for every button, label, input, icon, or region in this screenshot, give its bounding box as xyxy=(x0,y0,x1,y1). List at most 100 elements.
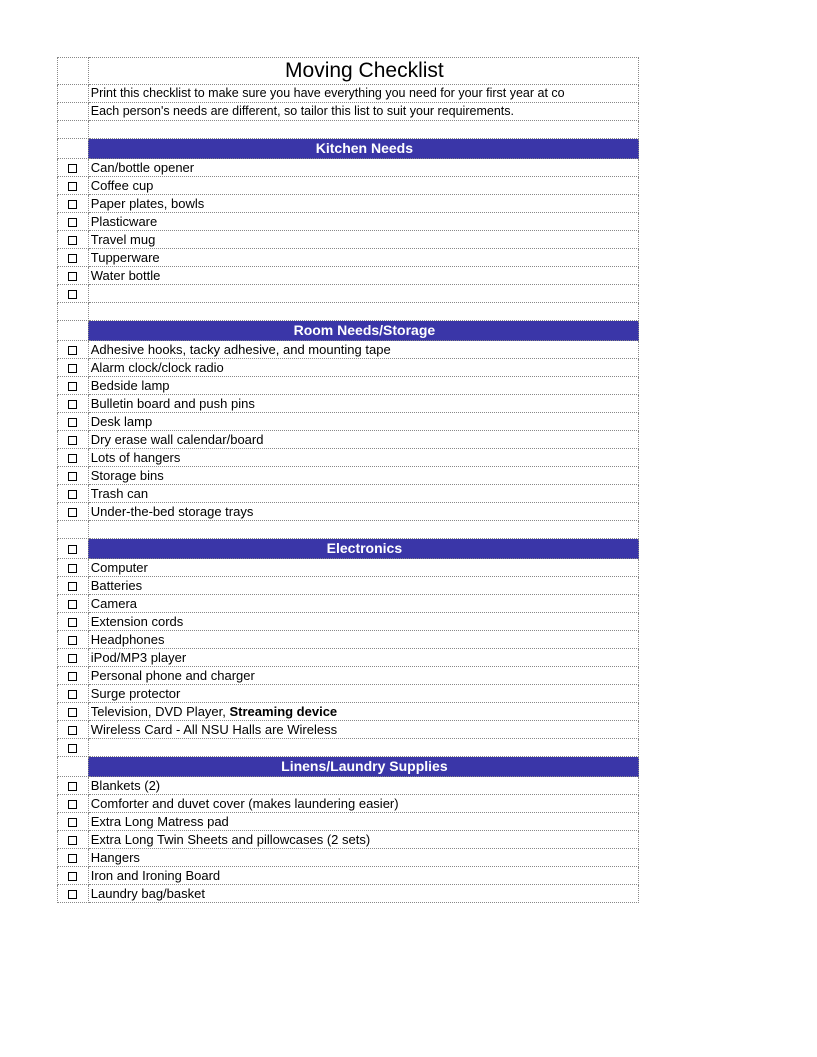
description-line: Each person's needs are different, so ta… xyxy=(88,103,638,121)
checkbox-cell xyxy=(58,485,89,503)
section-header: Room Needs/Storage xyxy=(88,321,638,341)
list-item: Comforter and duvet cover (makes launder… xyxy=(58,795,639,813)
list-item: Personal phone and charger xyxy=(58,667,639,685)
section-header: Linens/Laundry Supplies xyxy=(88,757,638,777)
section-header: Electronics xyxy=(88,539,638,559)
item-label: Iron and Ironing Board xyxy=(88,867,638,885)
checkbox-icon xyxy=(68,454,77,463)
item-label: Dry erase wall calendar/board xyxy=(88,431,638,449)
list-item: Bulletin board and push pins xyxy=(58,395,639,413)
checkbox-icon xyxy=(68,436,77,445)
checkbox-cell xyxy=(58,285,89,303)
checklist-table: Moving ChecklistPrint this checklist to … xyxy=(57,57,639,903)
item-label: Lots of hangers xyxy=(88,449,638,467)
list-item: Water bottle xyxy=(58,267,639,285)
item-label: Headphones xyxy=(88,631,638,649)
list-item: Plasticware xyxy=(58,213,639,231)
checkbox-cell xyxy=(58,867,89,885)
item-label: Extension cords xyxy=(88,613,638,631)
item-label: Desk lamp xyxy=(88,413,638,431)
checkbox-icon xyxy=(68,744,77,753)
item-label: Comforter and duvet cover (makes launder… xyxy=(88,795,638,813)
item-label: Coffee cup xyxy=(88,177,638,195)
checkbox-cell xyxy=(58,359,89,377)
checkbox-icon xyxy=(68,472,77,481)
checkbox-icon xyxy=(68,564,77,573)
item-label: Camera xyxy=(88,595,638,613)
list-item: Hangers xyxy=(58,849,639,867)
checkbox-cell xyxy=(58,849,89,867)
list-item: Bedside lamp xyxy=(58,377,639,395)
checkbox-icon xyxy=(68,708,77,717)
item-label: Can/bottle opener xyxy=(88,159,638,177)
checkbox-cell xyxy=(58,267,89,285)
checkbox-cell xyxy=(58,559,89,577)
checkbox-cell xyxy=(58,685,89,703)
item-label: Blankets (2) xyxy=(88,777,638,795)
checkbox-icon xyxy=(68,690,77,699)
checkbox-cell xyxy=(58,249,89,267)
item-label: Computer xyxy=(88,559,638,577)
checkbox-icon xyxy=(68,545,77,554)
checkbox-icon xyxy=(68,272,77,281)
list-item: Television, DVD Player, Streaming device xyxy=(58,703,639,721)
section-header: Kitchen Needs xyxy=(88,139,638,159)
checkbox-icon xyxy=(68,364,77,373)
item-label: Tupperware xyxy=(88,249,638,267)
checkbox-cell xyxy=(58,413,89,431)
page-title: Moving Checklist xyxy=(88,58,638,85)
checkbox-cell xyxy=(58,777,89,795)
item-label: Alarm clock/clock radio xyxy=(88,359,638,377)
checkbox-icon xyxy=(68,636,77,645)
checkbox-cell xyxy=(58,667,89,685)
checkbox-icon xyxy=(68,890,77,899)
list-item: Storage bins xyxy=(58,467,639,485)
list-item: Computer xyxy=(58,559,639,577)
list-item: Dry erase wall calendar/board xyxy=(58,431,639,449)
checkbox-icon xyxy=(68,854,77,863)
item-label: Trash can xyxy=(88,485,638,503)
list-item: Headphones xyxy=(58,631,639,649)
checkbox-cell xyxy=(58,195,89,213)
item-label: Under-the-bed storage trays xyxy=(88,503,638,521)
list-item: Lots of hangers xyxy=(58,449,639,467)
list-item: Extra Long Matress pad xyxy=(58,813,639,831)
item-label: Laundry bag/basket xyxy=(88,885,638,903)
checkbox-cell xyxy=(58,831,89,849)
item-label: Extra Long Twin Sheets and pillowcases (… xyxy=(88,831,638,849)
list-item: Coffee cup xyxy=(58,177,639,195)
checkbox-cell xyxy=(58,177,89,195)
checkbox-icon xyxy=(68,672,77,681)
checkbox-cell xyxy=(58,449,89,467)
checkbox-icon xyxy=(68,726,77,735)
checkbox-cell xyxy=(58,595,89,613)
checkbox-cell xyxy=(58,577,89,595)
list-item: Alarm clock/clock radio xyxy=(58,359,639,377)
checkbox-cell xyxy=(58,213,89,231)
list-item xyxy=(58,739,639,757)
item-label xyxy=(88,739,638,757)
item-label: Bulletin board and push pins xyxy=(88,395,638,413)
list-item: Camera xyxy=(58,595,639,613)
list-item: Wireless Card - All NSU Halls are Wirele… xyxy=(58,721,639,739)
list-item: Under-the-bed storage trays xyxy=(58,503,639,521)
checkbox-icon xyxy=(68,582,77,591)
list-item: Extra Long Twin Sheets and pillowcases (… xyxy=(58,831,639,849)
checkbox-icon xyxy=(68,618,77,627)
checkbox-icon xyxy=(68,254,77,263)
list-item: Paper plates, bowls xyxy=(58,195,639,213)
list-item: Adhesive hooks, tacky adhesive, and moun… xyxy=(58,341,639,359)
checkbox-cell xyxy=(58,813,89,831)
item-label: iPod/MP3 player xyxy=(88,649,638,667)
checkbox-icon xyxy=(68,654,77,663)
checkbox-icon xyxy=(68,182,77,191)
checkbox-icon xyxy=(68,818,77,827)
checkbox-icon xyxy=(68,872,77,881)
item-label: Television, DVD Player, Streaming device xyxy=(88,703,638,721)
list-item: iPod/MP3 player xyxy=(58,649,639,667)
list-item: Laundry bag/basket xyxy=(58,885,639,903)
checkbox-icon xyxy=(68,400,77,409)
checkbox-icon xyxy=(68,418,77,427)
checkbox-cell xyxy=(58,885,89,903)
checkbox-icon xyxy=(68,218,77,227)
